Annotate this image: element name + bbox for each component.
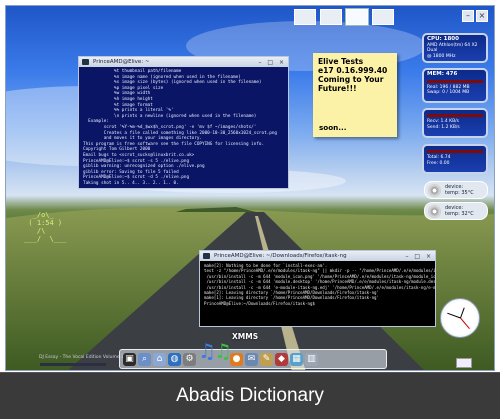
note-line: e17 0.16.999.40 [318,66,388,75]
device-temp: temp: 35°C [445,190,474,196]
net-send: Send: 1.2 KB/s [427,124,460,130]
minimize-icon[interactable]: – [462,10,474,22]
note-line: Future!!! [318,84,357,93]
dock-tooltip: XMMS [232,332,259,341]
hud-line: _/o\_ [20,211,54,219]
terminal-title: PrinceAMD@Elive: ~/Downloads/Firefox/ita… [214,253,347,259]
caption-bar: Abadis Dictionary [0,372,500,419]
note-line: Coming to Your [318,75,384,84]
network-monitor[interactable]: Recv: 1.4 KB/s Send: 1.2 KB/s [422,108,488,138]
desktop-hud-widget: _/o\_ ( 1:54 ) /\ ___/ \___ [20,211,66,243]
settings-icon[interactable]: ⚙ [183,352,196,366]
media-now-playing: DJ Essay - The Vocal Edition Volume 3 [39,355,124,360]
device-temp-1[interactable]: device: temp: 35°C [424,181,488,199]
pager-desk-3[interactable] [346,9,368,25]
pager-desk-1[interactable] [294,9,316,25]
mem-swap: Swap: 0 / 1004 MB [427,90,470,95]
sticky-note[interactable]: Elive Tests e17 0.16.999.40 Coming to Yo… [313,53,397,137]
disk-icon [428,184,441,197]
desktop-pager [294,9,394,25]
mem-usage-bar [427,79,483,83]
terminal-icon[interactable]: ▣ [123,352,136,366]
terminal-title: PrinceAMD@Elive: ~ [93,59,150,65]
hud-line: /\ [20,227,46,235]
terminal-output[interactable]: make[2]: Nothing to be done for `install… [200,261,435,308]
media-progress-bar[interactable] [40,363,106,366]
globe-icon[interactable]: ◍ [168,352,181,366]
pager-desk-4[interactable] [372,9,394,25]
battery-monitor[interactable]: Total: 6.74 Free: 0.00 [422,144,488,174]
mail-icon[interactable]: ✉ [245,352,258,366]
home-icon[interactable]: ⌂ [153,352,166,366]
terminal-line: scrot '%Y-%m-%d_$wx$h_scrot.png' -e 'mv … [83,124,257,130]
terminal-line: /usr/bin/install -c -m 644 'module.deskt… [204,279,436,285]
caption-text: Abadis Dictionary [176,385,324,406]
cpu-model: AMD Athlon(tm) 64 X2 Dual [427,42,478,54]
photo-icon[interactable]: ▦ [290,352,303,366]
terminal-line: \n prints a newline (ignored when used i… [83,113,257,119]
firefox-icon[interactable]: ● [230,352,243,366]
edit-icon[interactable]: ✎ [260,352,273,366]
hud-line: ( 1:54 ) [20,219,63,227]
terminal-line: PrinceAMD@Elive:~/Downloads/Firefox/itas… [204,300,318,306]
terminal-icon [82,59,89,65]
terminal-icon [203,253,210,259]
cpu-speed: @ 1800 MHz [427,53,456,59]
analog-clock[interactable] [440,298,480,338]
desktop-screenshot: – × PrinceAMD@Elive: ~ – □ × %t thumbnai… [5,5,495,371]
battery-bar [427,150,483,153]
terminal-titlebar[interactable]: PrinceAMD@Elive: ~/Downloads/Firefox/ita… [200,251,435,261]
hud-line: ___/ \___ [20,235,67,243]
terminal-window-bottom[interactable]: PrinceAMD@Elive: ~/Downloads/Firefox/ita… [199,250,436,327]
music-note-icon[interactable]: ♫ [214,341,232,363]
device-temp-2[interactable]: device: temp: 32°C [424,202,488,220]
terminal-window-main[interactable]: PrinceAMD@Elive: ~ – □ × %t thumbnail pa… [78,56,289,189]
bat-free: Free: 0.00 [427,160,450,166]
note-line: Elive Tests [318,57,364,66]
net-activity-bar [427,114,483,117]
music-note-icon[interactable]: ♫ [198,341,216,363]
gamepad-icon[interactable]: ◆ [275,352,288,366]
note-footer: soon... [319,123,347,132]
terminal-titlebar[interactable]: PrinceAMD@Elive: ~ – □ × [79,57,288,67]
device-temp: temp: 32°C [445,211,474,217]
tray-icon[interactable] [456,358,472,368]
pager-desk-2[interactable] [320,9,342,25]
cpu-monitor[interactable]: CPU: 1800 AMD Athlon(tm) 64 X2 Dual @ 18… [422,33,488,63]
window-buttons[interactable]: – □ × [405,252,433,261]
terminal-line: Taking shot in 5.. 4.. 3.. 2.. 1.. 0. [83,180,179,186]
disk-icon [428,205,441,218]
window-buttons[interactable]: – □ × [258,58,286,67]
top-controls: – × [462,10,488,22]
terminal-output[interactable]: %t thumbnail path/filename %n image name… [79,67,288,188]
search-icon[interactable]: ⌕ [138,352,151,366]
mem-title: MEM: 476 [427,71,458,77]
trash-icon[interactable]: ▥ [305,352,318,366]
clock-second-hand [460,317,470,330]
memory-monitor[interactable]: MEM: 476 Real: 196 / 882 MB Swap: 0 / 10… [422,68,488,103]
terminal-line: %s image size (bytes) (ignored when used… [83,80,262,86]
dock-bar: ▣ ⌕ ⌂ ◍ ⚙ ♫ ♫ ● ✉ ✎ ◆ ▦ ▥ [119,341,387,369]
close-icon[interactable]: × [476,10,488,22]
clock-minute-hand [447,312,461,319]
